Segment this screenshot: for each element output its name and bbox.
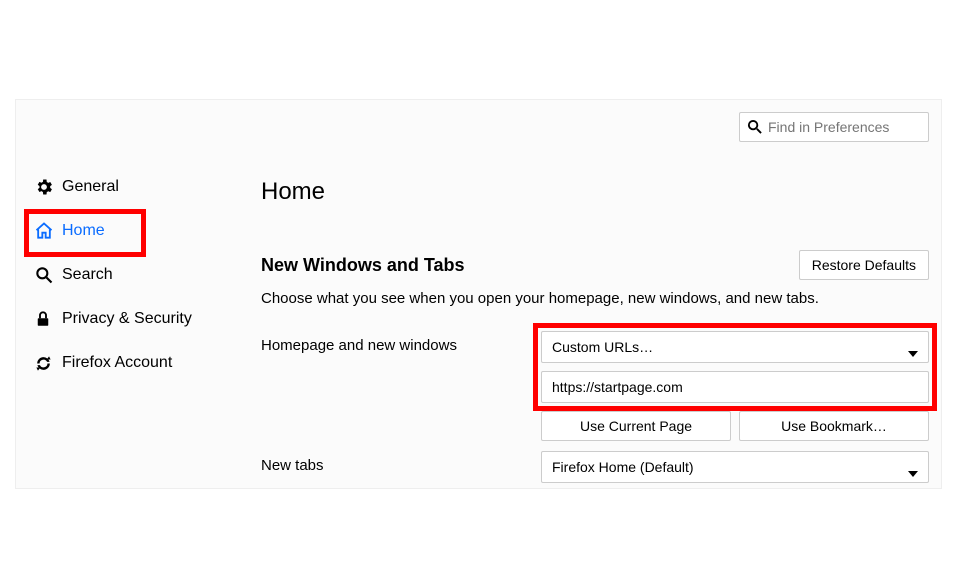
section-heading: New Windows and Tabs [261, 255, 465, 276]
homepage-url-input[interactable] [541, 371, 929, 403]
sidebar-item-label: Firefox Account [62, 354, 172, 372]
search-icon [34, 265, 62, 285]
section-description: Choose what you see when you open your h… [261, 290, 929, 307]
newtabs-select[interactable]: Firefox Home (Default) [541, 451, 929, 483]
newtabs-select-value: Firefox Home (Default) [552, 459, 694, 475]
restore-defaults-button[interactable]: Restore Defaults [799, 250, 929, 280]
sync-icon [34, 354, 62, 373]
sidebar: General Home Search Privacy & Security F… [26, 165, 236, 385]
homepage-label: Homepage and new windows [261, 331, 541, 354]
sidebar-item-search[interactable]: Search [26, 253, 236, 297]
sidebar-item-label: General [62, 178, 119, 196]
sidebar-item-account[interactable]: Firefox Account [26, 341, 236, 385]
newtabs-label: New tabs [261, 451, 541, 474]
gear-icon [34, 177, 62, 197]
use-bookmark-button[interactable]: Use Bookmark… [739, 411, 929, 441]
chevron-down-icon [908, 464, 918, 480]
search-icon [747, 119, 762, 139]
page-title: Home [261, 178, 929, 206]
preferences-panel: General Home Search Privacy & Security F… [15, 99, 942, 489]
sidebar-item-label: Search [62, 266, 113, 284]
search-input[interactable] [739, 112, 929, 142]
homepage-select[interactable]: Custom URLs… [541, 331, 929, 363]
sidebar-item-home[interactable]: Home [26, 209, 236, 253]
home-icon [34, 221, 62, 241]
use-current-page-button[interactable]: Use Current Page [541, 411, 731, 441]
homepage-select-value: Custom URLs… [552, 339, 653, 355]
lock-icon [34, 310, 62, 328]
sidebar-item-label: Privacy & Security [62, 310, 192, 328]
sidebar-item-label: Home [62, 222, 105, 240]
sidebar-item-general[interactable]: General [26, 165, 236, 209]
search-wrap [739, 112, 929, 142]
main-content: Home New Windows and Tabs Restore Defaul… [261, 178, 929, 491]
sidebar-item-privacy[interactable]: Privacy & Security [26, 297, 236, 341]
chevron-down-icon [908, 344, 918, 360]
